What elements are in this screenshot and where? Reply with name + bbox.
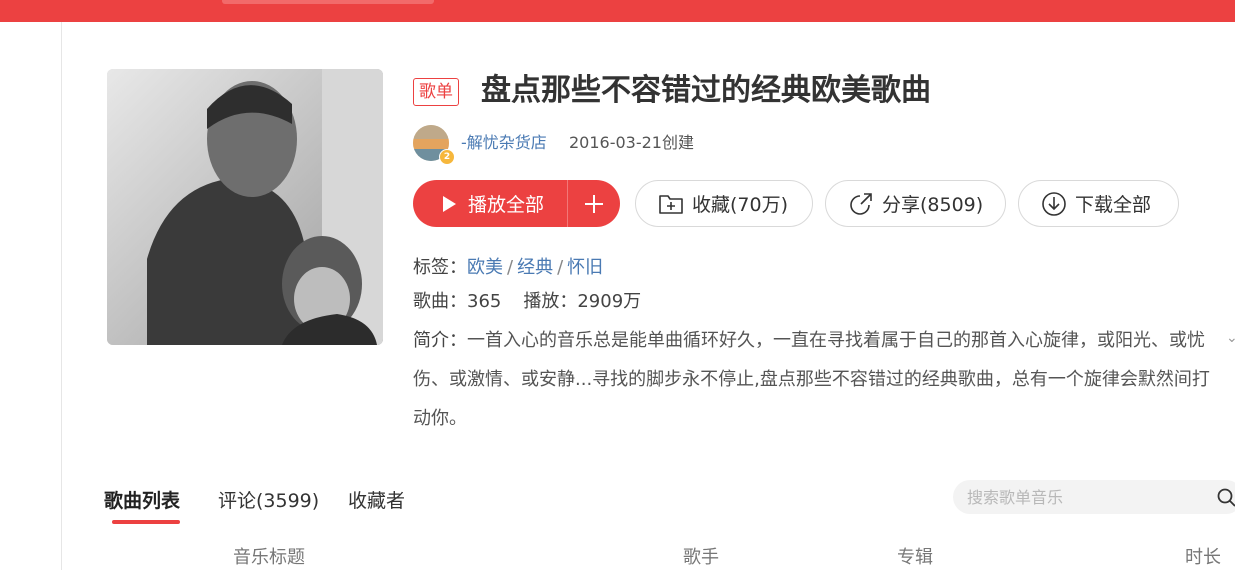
description-label: 简介： — [413, 330, 467, 351]
sidebar-divider — [61, 22, 62, 570]
column-header-artist: 歌手 — [683, 547, 719, 568]
description-text: 一首入心的音乐总是能单曲循环好久，一直在寻找着属于自己的那首入心旋律，或阳光、或… — [413, 330, 1210, 429]
tags-label: 标签： — [413, 257, 467, 278]
play-all-label: 播放全部 — [468, 194, 545, 216]
add-to-queue-button[interactable] — [568, 180, 620, 227]
play-icon — [443, 195, 456, 212]
column-header-album: 专辑 — [897, 547, 933, 568]
header-highlight — [222, 0, 434, 4]
share-label: 分享(8509) — [882, 194, 984, 216]
songs-count: 365 — [467, 291, 502, 312]
stats-row: 歌曲：365 播放：2909万 — [413, 289, 641, 315]
tag-separator: / — [507, 257, 514, 278]
tag-separator: / — [557, 257, 564, 278]
active-tab-indicator — [112, 520, 180, 524]
download-label: 下载全部 — [1075, 194, 1152, 216]
plus-icon — [585, 194, 603, 213]
search-icon[interactable] — [1217, 488, 1235, 507]
download-icon — [1042, 191, 1066, 216]
column-header-title: 音乐标题 — [233, 547, 305, 568]
search-box — [953, 480, 1235, 514]
playlist-title: 盘点那些不容错过的经典欧美歌曲 — [481, 73, 931, 108]
creator-name-link[interactable]: -解忧杂货店 — [461, 131, 547, 155]
add-folder-icon — [659, 194, 683, 214]
play-all-button[interactable]: 播放全部 — [413, 180, 620, 227]
tag-link[interactable]: 怀旧 — [567, 257, 603, 278]
share-button[interactable]: 分享(8509) — [825, 180, 1006, 227]
playlist-cover[interactable] — [107, 69, 383, 345]
created-date: 2016-03-21创建 — [569, 133, 694, 152]
description: 简介：一首入心的音乐总是能单曲循环好久，一直在寻找着属于自己的那首入心旋律，或阳… — [413, 321, 1213, 438]
search-input[interactable] — [967, 480, 1197, 514]
tag-link[interactable]: 欧美 — [467, 257, 503, 278]
tab-song-list[interactable]: 歌曲列表 — [104, 486, 180, 516]
tags-row: 标签：欧美 / 经典 / 怀旧 — [413, 255, 603, 281]
top-header-bar — [0, 0, 1235, 22]
column-header-duration: 时长 — [1185, 547, 1221, 568]
expand-description-icon[interactable]: ⌄ — [1226, 330, 1235, 346]
favorite-label: 收藏(70万) — [692, 194, 789, 216]
download-all-button[interactable]: 下载全部 — [1018, 180, 1179, 227]
plays-count: 2909万 — [577, 291, 642, 312]
playlist-type-badge: 歌单 — [413, 78, 459, 106]
tag-link[interactable]: 经典 — [517, 257, 553, 278]
vip-badge-icon: 2 — [439, 149, 455, 165]
tab-comments[interactable]: 评论(3599) — [218, 486, 319, 516]
share-icon — [850, 192, 872, 215]
plays-label: 播放： — [523, 291, 578, 312]
songs-label: 歌曲： — [413, 291, 467, 312]
play-all-main[interactable]: 播放全部 — [413, 180, 567, 227]
playlist-cover-photo-icon — [107, 69, 383, 345]
tab-subscribers[interactable]: 收藏者 — [348, 486, 405, 516]
favorite-button[interactable]: 收藏(70万) — [635, 180, 813, 227]
